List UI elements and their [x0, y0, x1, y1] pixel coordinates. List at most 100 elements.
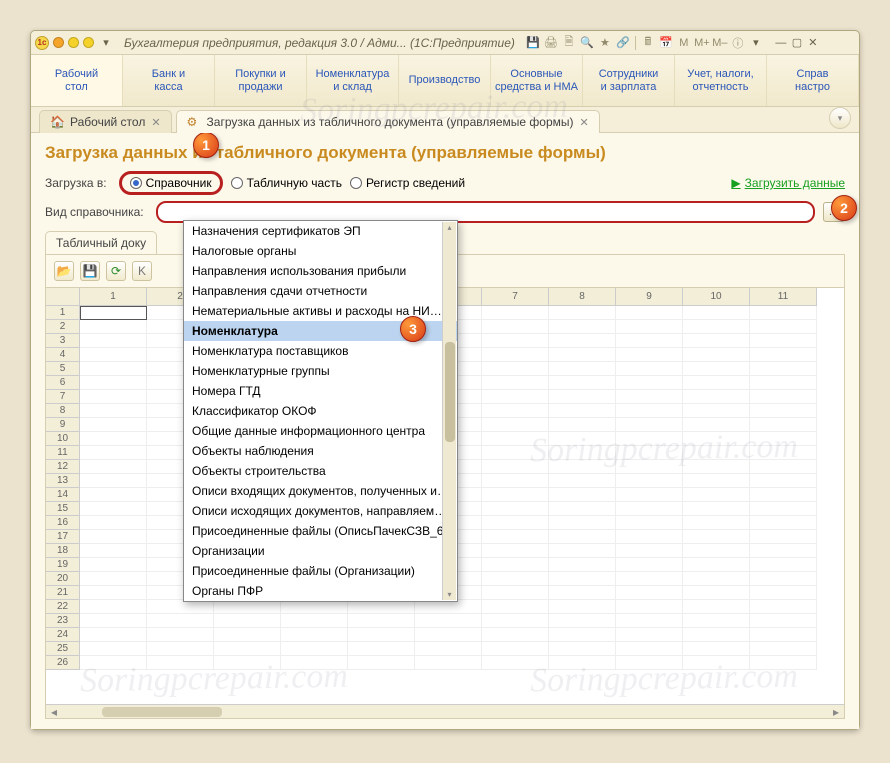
cell[interactable] [683, 572, 750, 586]
ref-type-dropdown[interactable]: Назначения сертификатов ЭПНалоговые орга… [183, 220, 458, 602]
cell[interactable] [80, 586, 147, 600]
cell[interactable] [549, 306, 616, 320]
cell[interactable] [80, 460, 147, 474]
dropdown-item[interactable]: Организации [184, 541, 457, 561]
cell[interactable] [348, 656, 415, 670]
cell[interactable] [80, 390, 147, 404]
cell[interactable] [616, 390, 683, 404]
row-header[interactable]: 2 [46, 320, 80, 334]
row-header[interactable]: 19 [46, 558, 80, 572]
cell[interactable] [482, 460, 549, 474]
column-header[interactable]: 7 [482, 288, 549, 306]
dropdown-item[interactable]: Назначения сертификатов ЭП [184, 221, 457, 241]
row-header[interactable]: 21 [46, 586, 80, 600]
cell[interactable] [616, 320, 683, 334]
cell[interactable] [415, 656, 482, 670]
cell[interactable] [80, 642, 147, 656]
cell[interactable] [616, 614, 683, 628]
cell[interactable] [616, 642, 683, 656]
cell[interactable] [415, 628, 482, 642]
dropdown-item[interactable]: Направления сдачи отчетности [184, 281, 457, 301]
column-header[interactable]: 11 [750, 288, 817, 306]
cell[interactable] [482, 348, 549, 362]
star-icon[interactable]: ★ [597, 35, 613, 51]
cell[interactable] [482, 362, 549, 376]
row-header[interactable]: 15 [46, 502, 80, 516]
cell[interactable] [750, 530, 817, 544]
cell[interactable] [482, 334, 549, 348]
row-header[interactable]: 23 [46, 614, 80, 628]
cell[interactable] [348, 628, 415, 642]
dropdown-scrollbar[interactable]: ▴ ▾ [442, 222, 456, 600]
cell[interactable] [549, 348, 616, 362]
section-item[interactable]: Учет, налоги,отчетность [675, 55, 767, 106]
maximize-button[interactable]: ▢ [790, 36, 804, 50]
cell[interactable] [750, 544, 817, 558]
cell[interactable] [147, 614, 214, 628]
cell[interactable] [482, 320, 549, 334]
cell[interactable] [750, 362, 817, 376]
cell[interactable] [549, 362, 616, 376]
dropdown-item[interactable]: Общие данные информационного центра [184, 421, 457, 441]
cell[interactable] [80, 432, 147, 446]
cell[interactable] [683, 628, 750, 642]
cell[interactable] [80, 376, 147, 390]
cell[interactable] [750, 600, 817, 614]
minimize-button[interactable]: — [774, 36, 788, 50]
cell[interactable] [616, 558, 683, 572]
cell[interactable] [549, 516, 616, 530]
cell[interactable] [683, 614, 750, 628]
cell[interactable] [683, 306, 750, 320]
radio-info-register[interactable]: Регистр сведений [350, 176, 465, 190]
cell[interactable] [750, 488, 817, 502]
cell[interactable] [549, 642, 616, 656]
cell[interactable] [616, 446, 683, 460]
refresh-button[interactable]: ⟳ [106, 261, 126, 281]
cell[interactable] [750, 348, 817, 362]
cell[interactable] [683, 558, 750, 572]
cell[interactable] [750, 376, 817, 390]
cell[interactable] [549, 628, 616, 642]
cell[interactable] [80, 474, 147, 488]
row-header[interactable]: 17 [46, 530, 80, 544]
cell[interactable] [482, 376, 549, 390]
print-icon[interactable]: 🖨 [543, 35, 559, 51]
cell[interactable] [80, 404, 147, 418]
cell[interactable] [549, 502, 616, 516]
cell[interactable] [683, 362, 750, 376]
cell[interactable] [80, 516, 147, 530]
cell[interactable] [616, 362, 683, 376]
cell[interactable] [549, 488, 616, 502]
cell[interactable] [482, 586, 549, 600]
titlebar-dot[interactable] [53, 37, 64, 48]
cell[interactable] [616, 488, 683, 502]
row-header[interactable]: 18 [46, 544, 80, 558]
row-header[interactable]: 20 [46, 572, 80, 586]
row-header[interactable]: 12 [46, 460, 80, 474]
titlebar-dot[interactable] [83, 37, 94, 48]
cell[interactable] [214, 614, 281, 628]
cell[interactable] [80, 488, 147, 502]
section-item[interactable]: Справнастро [767, 55, 859, 106]
cell[interactable] [348, 614, 415, 628]
cell[interactable] [683, 502, 750, 516]
m-minus-label[interactable]: M– [712, 35, 728, 51]
dropdown-item[interactable]: Описи исходящих документов, направляемых… [184, 501, 457, 521]
cell[interactable] [616, 502, 683, 516]
cell[interactable] [348, 642, 415, 656]
dropdown-item[interactable]: Описи входящих документов, полученных из… [184, 481, 457, 501]
cell[interactable] [549, 446, 616, 460]
section-item[interactable]: Номенклатураи склад [307, 55, 399, 106]
row-header[interactable]: 9 [46, 418, 80, 432]
cell[interactable] [750, 404, 817, 418]
row-header[interactable]: 1 [46, 306, 80, 320]
cell[interactable] [616, 600, 683, 614]
tab-desktop[interactable]: 🏠 Рабочий стол ✕ [39, 110, 172, 133]
cell[interactable] [80, 418, 147, 432]
row-header[interactable]: 14 [46, 488, 80, 502]
dropdown-item[interactable]: Присоединенные файлы (Организации) [184, 561, 457, 581]
dropdown-item[interactable]: Номера ГТД [184, 381, 457, 401]
cell[interactable] [281, 642, 348, 656]
dropdown-item[interactable]: Объекты наблюдения [184, 441, 457, 461]
cell[interactable] [616, 586, 683, 600]
